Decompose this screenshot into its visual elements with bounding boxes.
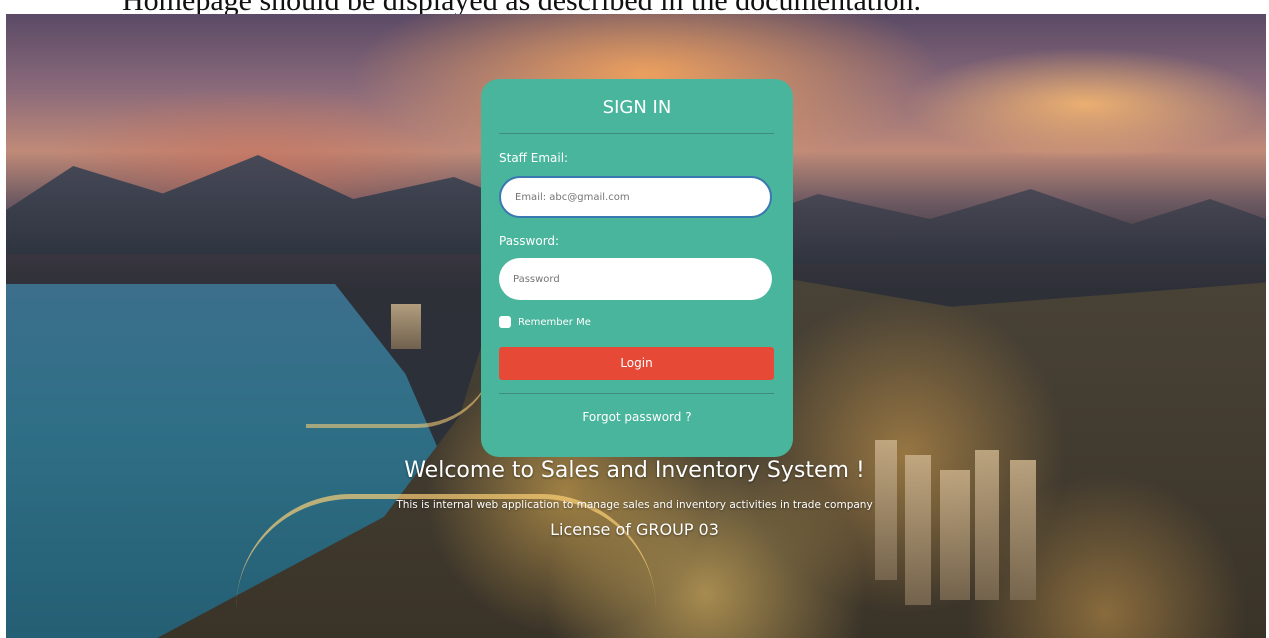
email-field[interactable] (499, 176, 772, 218)
password-field[interactable] (499, 258, 772, 300)
building (391, 304, 421, 349)
welcome-subtitle: This is internal web application to mana… (396, 499, 873, 511)
remember-checkbox[interactable] (499, 316, 511, 328)
remember-label: Remember Me (518, 316, 591, 328)
button-divider (499, 393, 774, 394)
login-button[interactable]: Login (499, 347, 774, 380)
forgot-password-link[interactable]: Forgot password ? (481, 410, 793, 424)
signin-title: SIGN IN (602, 97, 672, 118)
license-text: License of GROUP 03 (550, 520, 719, 539)
title-divider (499, 133, 774, 134)
signin-card: SIGN IN Staff Email: Password: Remember … (481, 79, 793, 457)
email-label: Staff Email: (499, 151, 569, 165)
password-label: Password: (499, 234, 560, 248)
coast-road-bottom (236, 494, 656, 609)
remember-me[interactable]: Remember Me (499, 316, 591, 328)
welcome-heading: Welcome to Sales and Inventory System ! (404, 458, 865, 483)
